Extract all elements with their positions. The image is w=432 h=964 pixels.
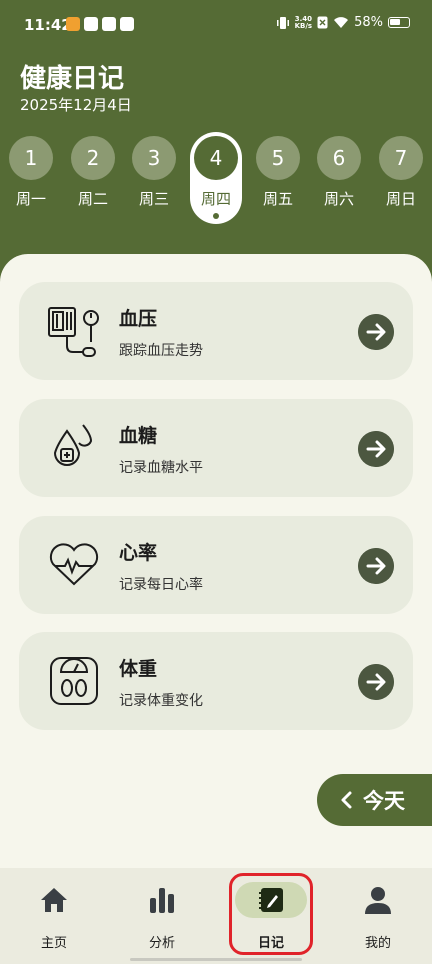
today-label: 今天 (363, 789, 405, 813)
nav-label: 主页 (40, 936, 67, 951)
weight-scale-icon (50, 657, 98, 705)
bottom-navigation: 主页 分析 日记 我的 (0, 868, 432, 964)
network-speed: 3.40 KB/s (294, 14, 313, 30)
arrow-right-icon[interactable] (358, 664, 394, 700)
home-icon (41, 888, 67, 912)
wifi-icon (334, 17, 349, 28)
nav-icon-wrap (126, 882, 198, 918)
notification-app-icon (102, 17, 116, 31)
day-item-wed[interactable]: 3 周三 (131, 136, 177, 209)
notification-icons (66, 17, 134, 31)
card-subtitle: 记录每日心率 (119, 577, 203, 593)
battery-icon (388, 17, 410, 28)
notification-app-icon (84, 17, 98, 31)
card-subtitle: 跟踪血压走势 (119, 343, 203, 359)
day-number: 5 (256, 136, 300, 180)
week-day-selector: 1 周一 2 周二 3 周三 4 周四 5 周五 6 周六 7 周日 (0, 132, 432, 232)
arrow-right-icon[interactable] (358, 431, 394, 467)
day-label: 周日 (385, 190, 416, 208)
blood-pressure-card[interactable]: 血压 跟踪血压走势 (19, 282, 413, 380)
nav-home[interactable]: 主页 (14, 882, 94, 951)
card-title: 血糖 (119, 425, 158, 447)
nav-icon-wrap (18, 882, 90, 918)
today-button[interactable]: 今天 (317, 774, 432, 826)
current-date: 2025年12月4日 (20, 96, 132, 114)
day-label: 周五 (262, 190, 293, 208)
day-item-sat[interactable]: 6 周六 (316, 136, 362, 209)
home-indicator (130, 958, 302, 961)
nav-label: 分析 (148, 936, 175, 951)
selected-dot (213, 213, 219, 219)
nav-label: 我的 (364, 936, 391, 951)
card-subtitle: 记录血糖水平 (119, 460, 203, 476)
blood-pressure-monitor-icon (48, 307, 99, 357)
status-indicators: 3.40 KB/s 58% (276, 15, 410, 30)
day-item-mon[interactable]: 1 周一 (8, 136, 54, 209)
status-bar: 11:42 3.40 KB/s 58% (0, 0, 432, 52)
card-subtitle: 记录体重变化 (119, 693, 203, 709)
arrow-right-icon[interactable] (358, 548, 394, 584)
notification-app-icon (66, 17, 80, 31)
day-label: 周三 (138, 190, 169, 208)
day-item-thu[interactable]: 4 周四 (190, 132, 242, 224)
blood-drop-icon (53, 424, 93, 466)
chevron-left-icon (341, 791, 352, 809)
day-label: 周一 (15, 190, 46, 208)
nav-icon-wrap (342, 882, 414, 918)
day-number: 4 (194, 136, 238, 180)
day-item-sun[interactable]: 7 周日 (378, 136, 424, 209)
heart-rate-icon (49, 543, 99, 586)
day-number: 6 (317, 136, 361, 180)
status-time: 11:42 (24, 16, 72, 34)
card-title: 血压 (119, 308, 158, 330)
day-label: 周六 (323, 190, 354, 208)
nav-profile[interactable]: 我的 (338, 882, 418, 951)
card-title: 体重 (119, 658, 158, 680)
day-number: 2 (71, 136, 115, 180)
blood-sugar-card[interactable]: 血糖 记录血糖水平 (19, 399, 413, 497)
day-item-tue[interactable]: 2 周二 (70, 136, 116, 209)
day-item-fri[interactable]: 5 周五 (255, 136, 301, 209)
weight-card[interactable]: 体重 记录体重变化 (19, 632, 413, 730)
day-number: 3 (132, 136, 176, 180)
heart-rate-card[interactable]: 心率 记录每日心率 (19, 516, 413, 614)
day-label: 周四 (200, 190, 231, 208)
user-icon (365, 887, 391, 914)
battery-percent: 58% (354, 15, 383, 30)
nav-analysis[interactable]: 分析 (122, 882, 202, 951)
notification-app-icon (120, 17, 134, 31)
arrow-right-icon[interactable] (358, 314, 394, 350)
day-number: 1 (9, 136, 53, 180)
highlight-annotation (229, 873, 313, 955)
page-title: 健康日记 (20, 64, 125, 94)
day-number: 7 (379, 136, 423, 180)
card-title: 心率 (119, 542, 158, 564)
vibrate-icon (276, 16, 289, 29)
sim-icon (317, 16, 328, 29)
bar-chart-icon (150, 888, 174, 913)
day-label: 周二 (77, 190, 108, 208)
